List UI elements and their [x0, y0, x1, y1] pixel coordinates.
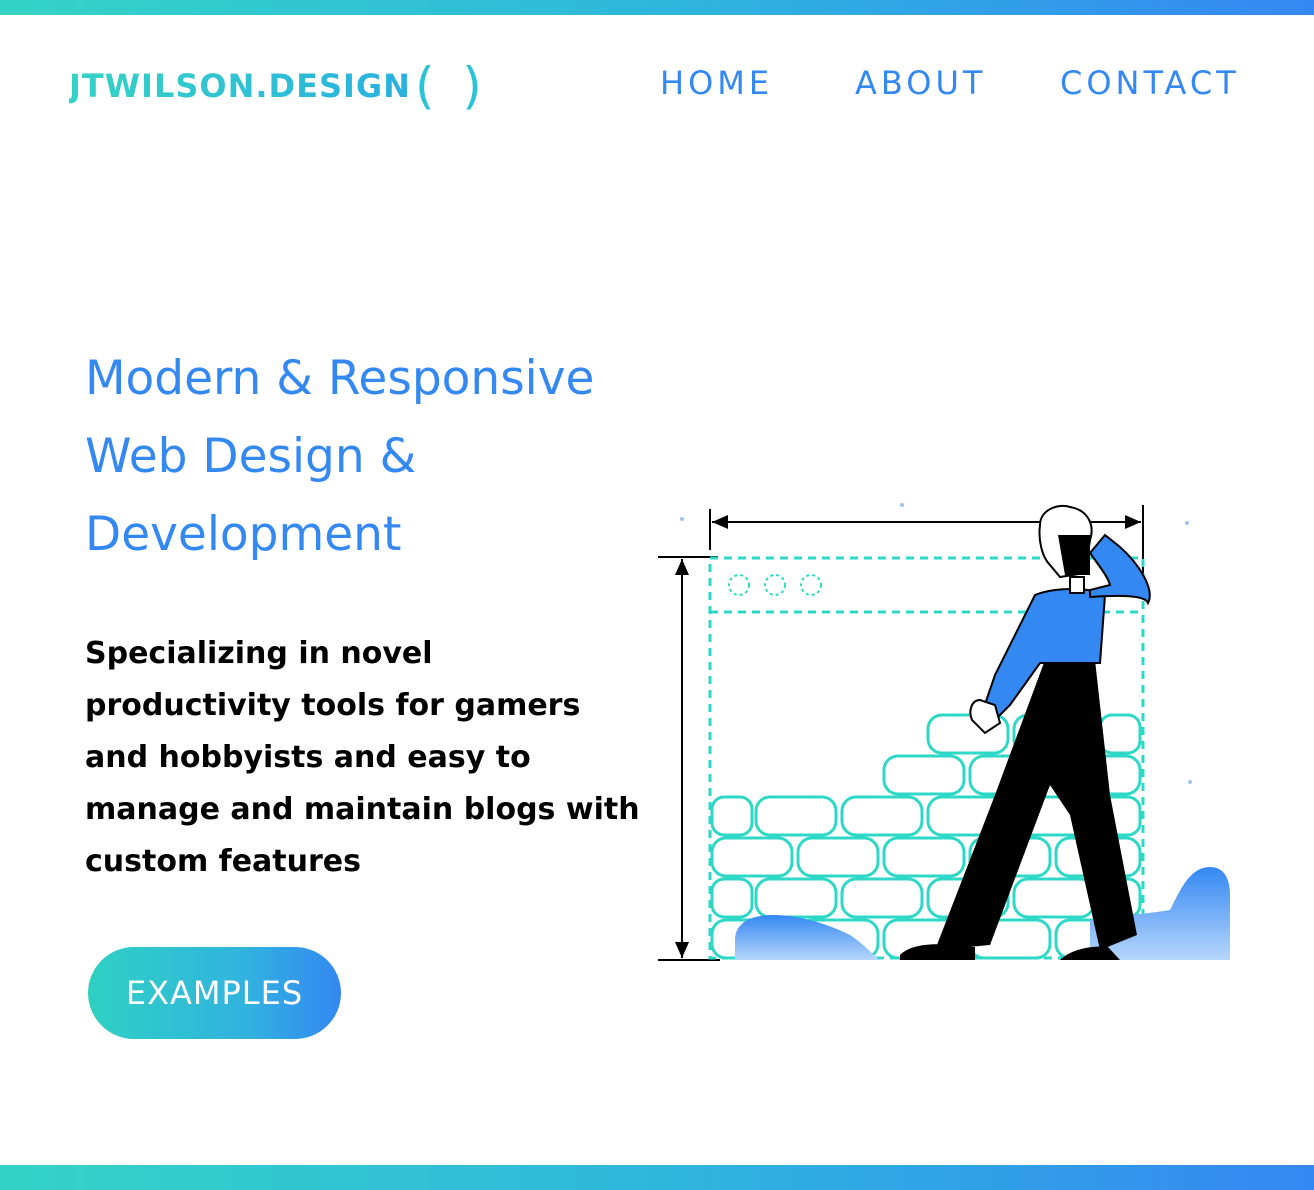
- hero-subtext: Specializing in novel productivity tools…: [85, 636, 640, 879]
- nav-contact-link[interactable]: CONTACT: [1060, 64, 1240, 102]
- brand-name: JTWILSON.DESIGN: [69, 67, 411, 105]
- nav-home-link[interactable]: HOME: [660, 64, 773, 102]
- top-gradient-bar: [0, 0, 1314, 15]
- examples-button[interactable]: EXAMPLES: [88, 947, 341, 1039]
- brand-logo[interactable]: JTWILSON.DESIGN ( ): [69, 56, 488, 116]
- hero-headline: Modern & Responsive Web Design & Develop…: [85, 351, 595, 562]
- nav-about-link[interactable]: ABOUT: [855, 64, 986, 102]
- brand-parens: ( ): [414, 57, 488, 115]
- person-building-brick-wall-illustration: [658, 503, 1230, 961]
- bottom-gradient-bar: [0, 1165, 1314, 1190]
